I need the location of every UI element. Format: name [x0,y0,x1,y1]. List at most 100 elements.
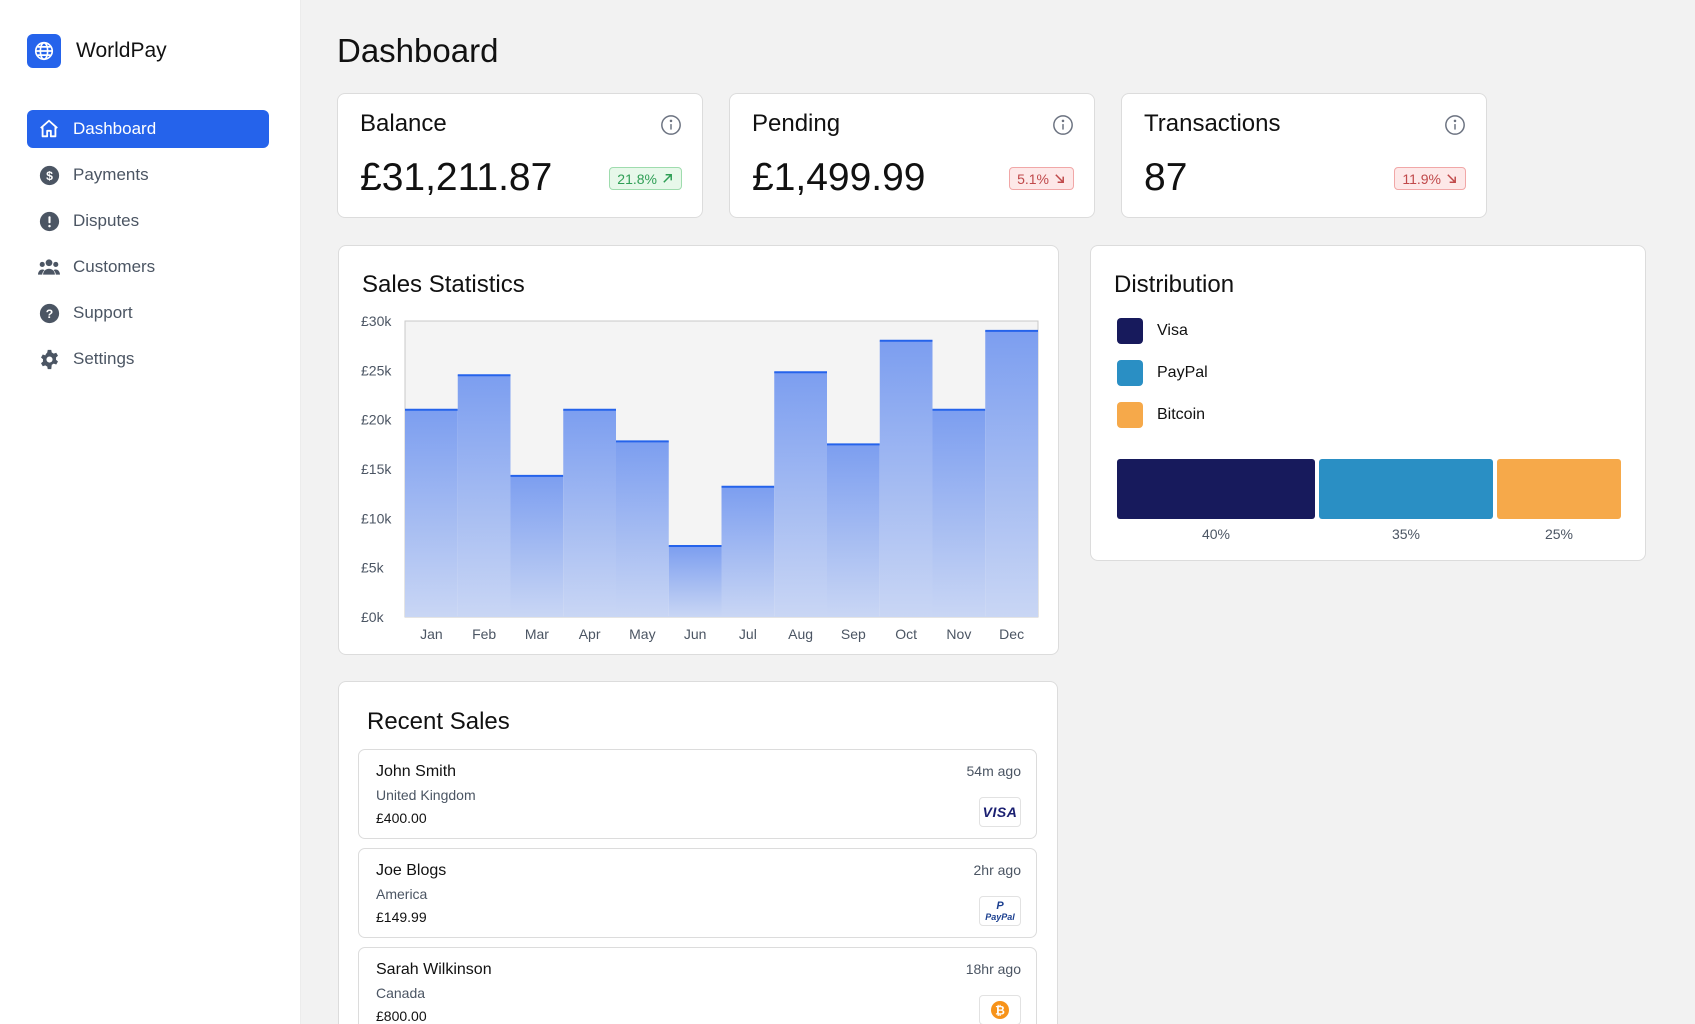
sidebar: WorldPay Dashboard $ Payments Disputes C… [0,0,301,1024]
change-value: 11.9% [1402,170,1441,187]
change-value: 21.8% [617,170,657,187]
change-badge: 5.1% [1009,167,1074,190]
y-tick-label: £20k [361,412,392,428]
info-icon[interactable] [1052,114,1074,136]
bitcoin-icon: ₿ [979,995,1021,1024]
x-tick-label: Jan [420,626,443,642]
bar-jun[interactable] [668,545,722,617]
customer-name: Sarah Wilkinson [376,961,492,978]
sidebar-item-payments[interactable]: $ Payments [27,156,269,194]
card-title: Distribution [1114,271,1235,298]
bar-dec[interactable] [985,330,1038,617]
sale-time: 54m ago [966,763,1021,779]
legend-label: PayPal [1157,364,1208,381]
recent-sales-card: Recent Sales John Smith United Kingdom £… [338,681,1058,1024]
legend-item-paypal: PayPal [1117,360,1208,386]
sale-item[interactable]: Joe Blogs America £149.99 2hr ago P PayP… [358,848,1037,938]
x-tick-label: Apr [579,626,601,642]
bar-aug[interactable] [774,372,827,617]
stat-card-transactions: Transactions 87 11.9% [1121,93,1487,218]
distribution-bar [1117,459,1621,519]
sidebar-item-label: Settings [73,349,135,368]
stat-card-balance: Balance £31,211.87 21.8% [337,93,703,218]
visa-logo-text: VISA [982,804,1018,820]
alert-circle-icon [38,210,60,232]
distribution-percent: 35% [1391,526,1421,542]
bar-mar[interactable] [510,475,564,617]
bar-sep[interactable] [827,444,880,617]
legend-swatch [1117,318,1143,344]
sidebar-item-settings[interactable]: Settings [27,340,269,378]
sales-statistics-card: Sales Statistics £0k £5k £10k £15k £20k £25k £… [338,245,1059,655]
distribution-segment-bitcoin [1497,459,1621,519]
svg-text:?: ? [45,306,52,320]
bar-oct[interactable] [879,340,933,617]
stat-label: Pending [752,110,841,137]
card-title: Recent Sales [367,708,510,735]
x-tick-label: Aug [788,626,813,642]
brand[interactable]: WorldPay [27,34,167,68]
y-tick-label: £30k [361,313,392,329]
x-tick-label: Jun [684,626,707,642]
sidebar-item-label: Customers [73,257,156,276]
distribution-percent: 25% [1544,526,1574,542]
customer-country: United Kingdom [376,787,476,803]
sidebar-item-customers[interactable]: Customers [27,248,269,286]
paypal-logo-text: PayPal [985,911,1015,922]
distribution-segment-paypal [1319,459,1493,519]
dollar-circle-icon: $ [38,164,60,186]
y-tick-label: £5k [361,560,385,576]
brand-name: WorldPay [76,39,167,62]
sale-amount: £149.99 [376,909,427,925]
sidebar-item-dashboard[interactable]: Dashboard [27,110,269,148]
x-tick-label: Oct [895,626,917,642]
arrow-down-right-icon [1055,174,1064,183]
customer-name: John Smith [376,763,457,780]
stat-label: Transactions [1144,110,1281,137]
sidebar-item-label: Disputes [73,211,140,230]
stat-value: £1,499.99 [752,156,926,199]
sale-item[interactable]: Sarah Wilkinson Canada £800.00 18hr ago … [358,947,1037,1024]
sidebar-item-disputes[interactable]: Disputes [27,202,269,240]
x-tick-label: Feb [472,626,496,642]
legend-label: Bitcoin [1157,406,1206,423]
home-icon [38,118,60,140]
visa-icon: VISA [979,797,1021,827]
y-tick-label: £15k [361,461,392,477]
bar-may[interactable] [616,441,669,617]
bar-jan[interactable] [405,409,458,617]
sale-time: 18hr ago [965,961,1021,977]
page-title: Dashboard [337,32,499,69]
question-circle-icon: ? [38,302,60,324]
distribution-segment-visa [1117,459,1315,519]
sale-time: 2hr ago [973,862,1021,878]
change-badge: 21.8% [609,167,682,190]
bar-nov[interactable] [932,409,986,617]
sidebar-item-support[interactable]: ? Support [27,294,269,332]
x-tick-label: May [629,626,655,642]
info-icon[interactable] [1444,114,1466,136]
sale-amount: £400.00 [376,810,427,826]
x-tick-label: Jul [739,626,757,642]
customer-country: America [376,886,428,902]
stat-value: 87 [1144,156,1188,199]
y-tick-label: £0k [361,609,385,625]
sales-bar-chart: £0k £5k £10k £15k £20k £25k £30k Jan Feb Mar Apr M… [361,313,1039,642]
legend-item-visa: Visa [1117,318,1208,344]
sale-item[interactable]: John Smith United Kingdom £400.00 54m ag… [358,749,1037,839]
distribution-percent: 40% [1201,526,1231,542]
x-tick-label: Mar [525,626,549,642]
arrow-up-right-icon [663,174,672,183]
globe-icon [27,34,61,68]
bar-jul[interactable] [721,486,775,617]
bar-apr[interactable] [563,409,616,617]
legend-label: Visa [1157,322,1188,339]
distribution-legend: Visa PayPal Bitcoin [1117,318,1208,444]
y-tick-label: £25k [361,362,392,378]
sale-amount: £800.00 [376,1008,427,1024]
info-icon[interactable] [660,114,682,136]
distribution-card: Distribution Visa PayPal Bitcoin 40% 35%… [1090,245,1646,561]
sidebar-nav: Dashboard $ Payments Disputes Customers … [27,110,269,386]
bar-feb[interactable] [457,375,511,617]
stat-card-pending: Pending £1,499.99 5.1% [729,93,1095,218]
